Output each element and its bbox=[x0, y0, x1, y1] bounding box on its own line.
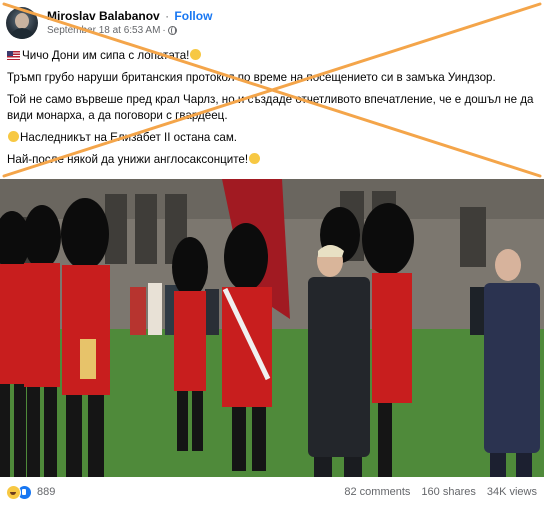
timestamp-row: September 18 at 6:53 AM · bbox=[47, 24, 212, 37]
text-line-5-content: Най-после някой да унижи англосаксонците… bbox=[7, 153, 249, 166]
crying-emoji-icon bbox=[8, 131, 19, 142]
avatar-shoulders bbox=[9, 28, 35, 39]
text-line-5: Най-после някой да унижи англосаксонците… bbox=[7, 152, 537, 168]
globe-icon bbox=[167, 26, 177, 35]
shares-count[interactable]: 160 shares bbox=[421, 486, 475, 498]
facebook-post: Miroslav Balabanov · Follow September 18… bbox=[0, 0, 544, 510]
laughing-emoji-icon bbox=[249, 153, 261, 164]
avatar-face bbox=[15, 13, 29, 29]
views-count: 34K views bbox=[486, 486, 537, 498]
text-line-3: Той не само вървеше пред крал Чарлз, но … bbox=[7, 93, 534, 122]
windsor-guard-scene bbox=[0, 179, 544, 477]
follow-button[interactable]: Follow bbox=[174, 9, 212, 23]
suited-man-1 bbox=[308, 245, 370, 477]
post-stats: 82 comments 160 shares 34K views bbox=[344, 486, 537, 498]
text-line-1: Чичо Дони им сипа с лопатата! bbox=[7, 48, 537, 64]
author-avatar[interactable] bbox=[6, 7, 38, 39]
post-meta: Miroslav Balabanov · Follow September 18… bbox=[47, 9, 212, 37]
comments-count[interactable]: 82 comments bbox=[344, 486, 410, 498]
author-row: Miroslav Balabanov · Follow bbox=[47, 9, 212, 24]
reactions-summary[interactable]: 889 bbox=[6, 484, 56, 500]
post-timestamp[interactable]: September 18 at 6:53 AM bbox=[47, 24, 160, 37]
reaction-count: 889 bbox=[37, 486, 56, 498]
post-text: Чичо Дони им сипа с лопатата! Тръмп груб… bbox=[7, 48, 537, 174]
name-separator: · bbox=[165, 9, 170, 23]
us-flag-icon bbox=[7, 51, 20, 60]
text-line-4-content: Наследникът на Елизабет II остана сам. bbox=[20, 131, 238, 144]
post-header: Miroslav Balabanov · Follow September 18… bbox=[6, 6, 212, 40]
post-video[interactable] bbox=[0, 179, 544, 477]
text-line-2: Тръмп грубо наруши британския протокол п… bbox=[7, 71, 496, 84]
text-line-1-content: Чичо Дони им сипа с лопатата! bbox=[22, 49, 190, 62]
text-line-4: Наследникът на Елизабет II остана сам. bbox=[7, 130, 537, 146]
suited-man-2 bbox=[484, 249, 540, 477]
time-separator: · bbox=[162, 25, 166, 36]
author-name[interactable]: Miroslav Balabanov bbox=[47, 9, 160, 23]
post-footer: 889 82 comments 160 shares 34K views bbox=[0, 481, 544, 503]
smile-emoji-icon bbox=[190, 49, 202, 60]
haha-reaction-icon bbox=[6, 484, 21, 500]
